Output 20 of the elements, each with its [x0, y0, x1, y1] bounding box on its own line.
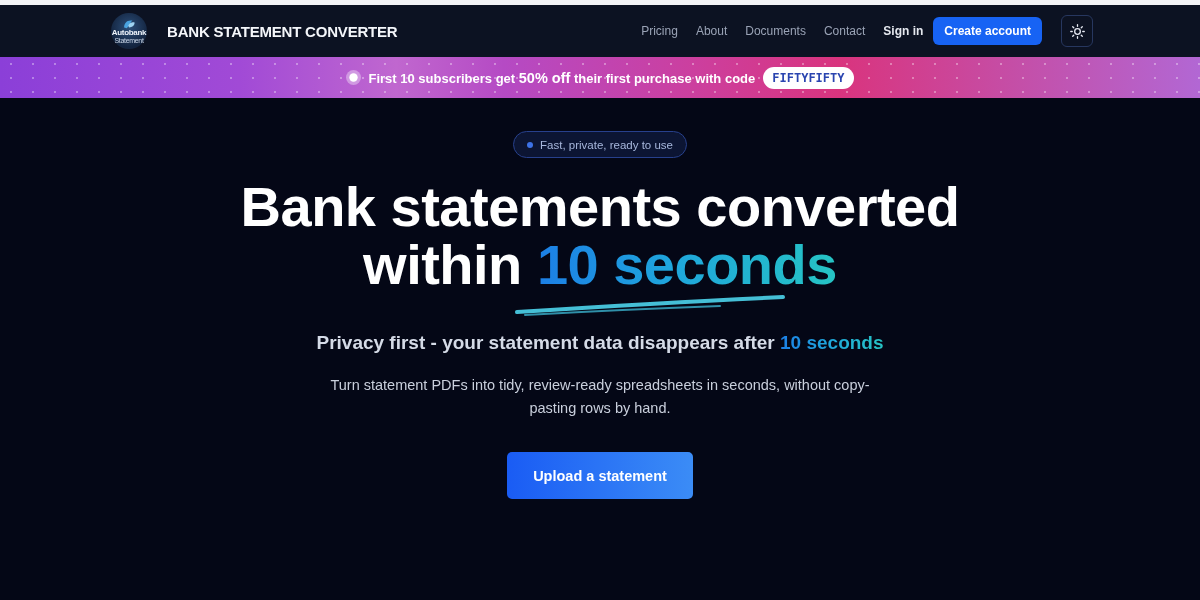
hero-headline: Bank statements converted within 10 seconds [240, 178, 960, 294]
status-dot-icon [527, 141, 533, 148]
nav-link[interactable]: About [695, 24, 728, 38]
promo-code-badge: FIFTYFIFTY [763, 66, 854, 89]
nav-link[interactable]: Documents [745, 24, 806, 38]
nav-link[interactable]: Contact [823, 24, 866, 38]
theme-toggle-button[interactable] [1061, 15, 1093, 47]
badge-text: Fast, private, ready to use [540, 138, 673, 151]
logo-mark-icon [122, 18, 136, 29]
site-title: BANK STATEMENT CONVERTER [167, 22, 398, 40]
sun-icon [1069, 23, 1085, 39]
status-dot-icon [346, 70, 362, 85]
create-account-button[interactable]: Create account [933, 17, 1042, 45]
promo-text: First 10 subscribers get 50% off their first purchase with code [368, 69, 756, 86]
sign-in-link[interactable]: Sign in [883, 24, 924, 38]
hero-description: Turn statement PDFs into tidy, review-ready spreadsheets in seconds, without copy-pasting rows by hand. [329, 376, 871, 418]
logo-text: Autobank [111, 28, 147, 37]
upload-statement-button[interactable]: Upload a statement [507, 452, 693, 499]
nav-link[interactable]: Pricing [641, 24, 678, 38]
hero-subheadline: Privacy first - your statement data disappears after 10 seconds [316, 331, 884, 355]
